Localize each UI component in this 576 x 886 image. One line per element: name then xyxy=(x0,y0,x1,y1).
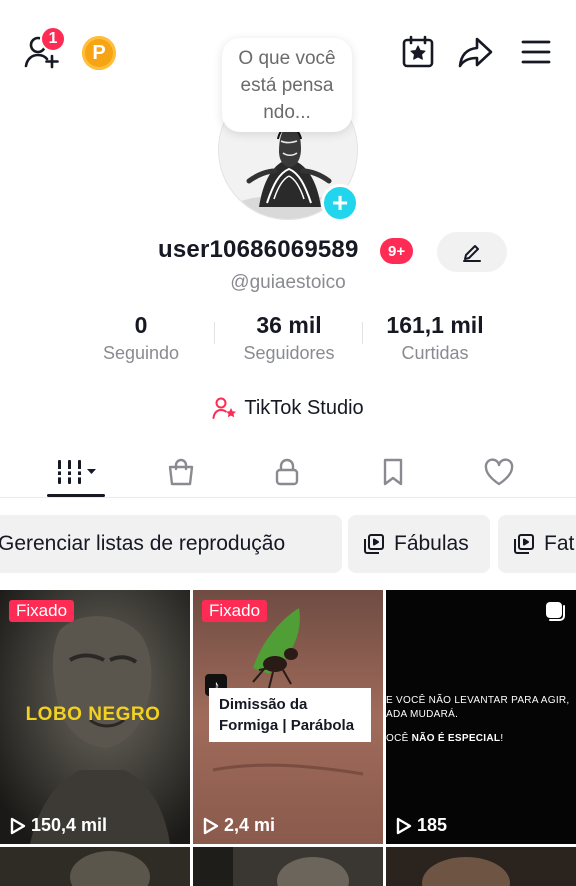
shop-bag-icon xyxy=(168,458,194,486)
tab-saved[interactable] xyxy=(353,446,433,498)
pinned-badge: Fixado xyxy=(202,600,268,622)
video-caption-line: ! xyxy=(500,733,504,744)
username-badge[interactable]: 9+ xyxy=(380,238,414,264)
video-tile[interactable]: Fixado LOBO NEGRO 150,4 mil xyxy=(0,590,190,844)
playlist-chip[interactable]: Fábulas xyxy=(348,515,490,573)
view-count: 185 xyxy=(396,815,447,836)
username: user10686069589 xyxy=(158,236,359,263)
user-handle: @guiaestoico xyxy=(230,272,346,293)
edit-profile-button[interactable] xyxy=(437,232,507,272)
lock-icon xyxy=(275,458,299,486)
video-thumbnail xyxy=(386,847,576,886)
add-avatar-plus-icon[interactable]: + xyxy=(321,184,359,222)
playlist-chip[interactable]: Fat xyxy=(498,515,576,573)
studio-person-star-icon xyxy=(212,397,237,419)
coin-icon[interactable]: P xyxy=(82,36,116,70)
play-icon xyxy=(396,817,412,834)
manage-playlists-button[interactable]: Gerenciar listas de reprodução xyxy=(0,515,342,573)
view-count: 150,4 mil xyxy=(10,815,107,836)
tiktok-studio-link[interactable]: TikTok Studio xyxy=(0,396,576,420)
add-friends-badge: 1 xyxy=(40,26,66,52)
video-caption: E VOCÊ NÃO LEVANTAR PARA AGIR, ADA MUDAR… xyxy=(386,694,576,746)
tab-shop[interactable] xyxy=(141,446,221,498)
stat-following-label: Seguindo xyxy=(102,343,180,363)
video-title: Dimissão da Formiga | Parábola xyxy=(209,688,371,742)
active-tab-indicator xyxy=(47,494,105,497)
play-icon xyxy=(10,817,26,834)
video-tile[interactable] xyxy=(386,847,576,886)
video-tile[interactable]: Fixado ♪ Dimissão da Formiga | Parábola … xyxy=(193,590,383,844)
stat-likes[interactable]: 161,1 mil Curtidas xyxy=(360,312,510,364)
stat-likes-label: Curtidas xyxy=(401,343,469,363)
view-count: 2,4 mi xyxy=(203,815,275,836)
favorites-calendar-icon[interactable] xyxy=(398,32,438,72)
stat-followers[interactable]: 36 mil Seguidores xyxy=(214,312,364,364)
video-caption-line: ADA MUDARÁ. xyxy=(386,709,459,720)
videos-grid-icon xyxy=(56,460,96,484)
stat-followers-value: 36 mil xyxy=(256,312,322,338)
stat-likes-value: 161,1 mil xyxy=(386,312,484,338)
manage-playlists-label: Gerenciar listas de reprodução xyxy=(0,532,286,555)
video-caption-line: E VOCÊ NÃO LEVANTAR PARA AGIR, xyxy=(386,695,570,706)
bookmark-icon xyxy=(383,458,403,486)
stat-following[interactable]: 0 Seguindo xyxy=(66,312,216,364)
stat-following-value: 0 xyxy=(134,312,148,338)
stat-followers-label: Seguidores xyxy=(243,343,335,363)
tab-private[interactable] xyxy=(247,446,327,498)
video-tile[interactable] xyxy=(0,847,190,886)
video-caption-emphasis: NÃO É ESPECIAL xyxy=(411,733,501,744)
menu-icon[interactable] xyxy=(516,32,556,72)
studio-label: TikTok Studio xyxy=(244,396,364,419)
thought-bubble[interactable]: O que você está pensa ndo... xyxy=(222,38,352,132)
playlist-icon xyxy=(514,534,534,554)
video-thumbnail xyxy=(0,847,190,886)
play-icon xyxy=(203,817,219,834)
video-thumbnail xyxy=(193,847,383,886)
tab-liked[interactable] xyxy=(459,446,539,498)
view-count-value: 185 xyxy=(417,815,448,835)
profile-tabs xyxy=(0,446,576,498)
pinned-badge: Fixado xyxy=(9,600,75,622)
heart-icon xyxy=(484,458,514,486)
video-caption-line: OCÊ xyxy=(386,733,412,744)
tab-videos[interactable] xyxy=(36,446,116,498)
playlist-icon xyxy=(364,534,384,554)
pencil-icon xyxy=(463,245,481,262)
video-tile[interactable]: E VOCÊ NÃO LEVANTAR PARA AGIR, ADA MUDAR… xyxy=(386,590,576,844)
view-count-value: 150,4 mil xyxy=(31,815,108,835)
share-icon[interactable] xyxy=(456,32,496,72)
playlist-label: Fat xyxy=(544,532,575,555)
playlist-label: Fábulas xyxy=(394,532,469,555)
view-count-value: 2,4 mi xyxy=(224,815,276,835)
multi-photo-icon xyxy=(544,600,566,622)
video-tile[interactable] xyxy=(193,847,383,886)
video-title: LOBO NEGRO xyxy=(25,704,161,725)
